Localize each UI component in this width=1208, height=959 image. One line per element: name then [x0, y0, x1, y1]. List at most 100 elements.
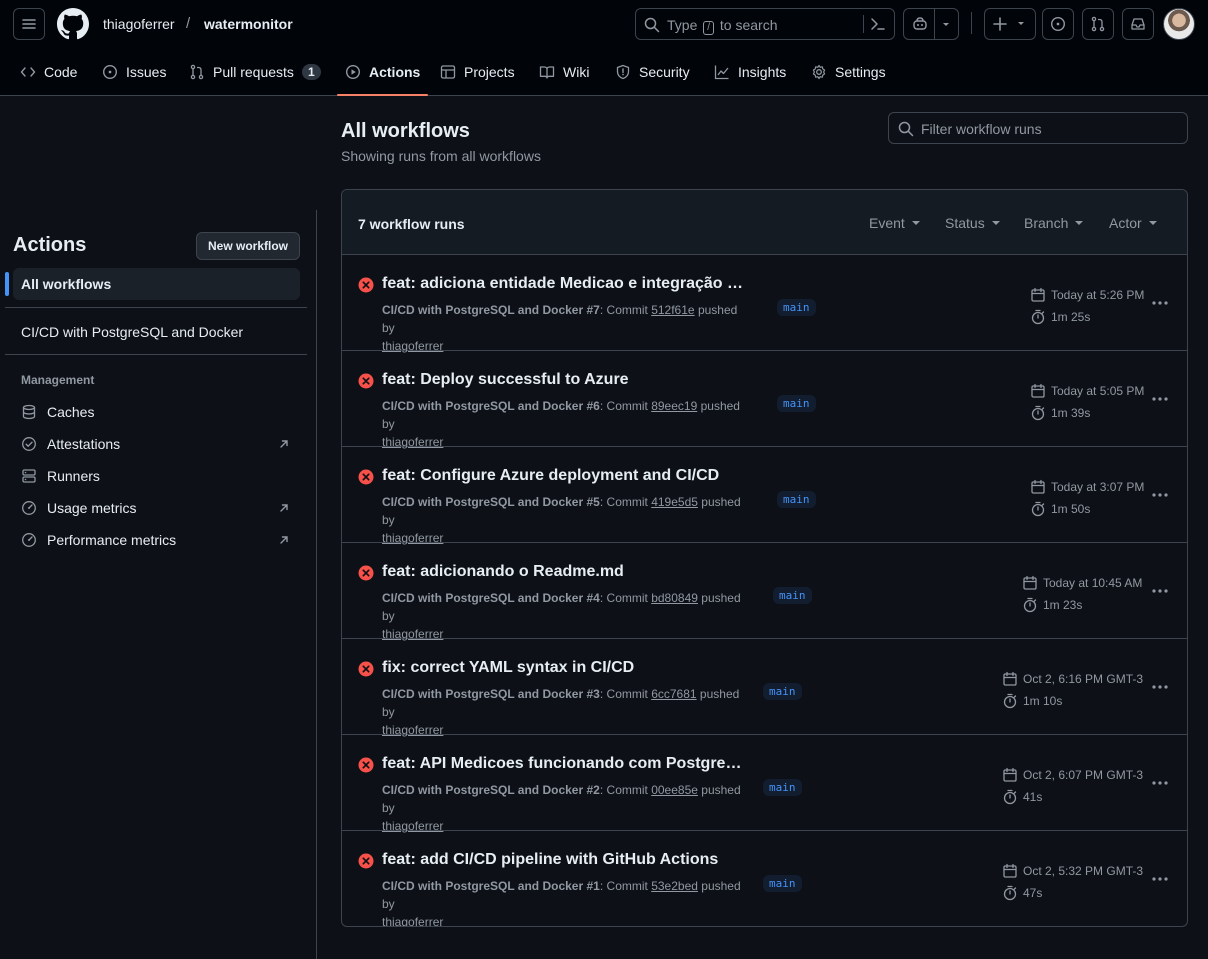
stopwatch-icon [1023, 597, 1037, 613]
run-workflow-name: CI/CD with PostgreSQL and Docker [382, 303, 584, 317]
actor-filter-dropdown[interactable]: Actor [1109, 215, 1158, 231]
branch-label[interactable]: main [777, 299, 816, 316]
run-title-link[interactable]: feat: Configure Azure deployment and CI/… [382, 467, 719, 485]
pull-requests-button[interactable] [1082, 8, 1114, 40]
repo-nav: Code Issues Pull requests 1 Actions Proj… [0, 48, 1208, 96]
sidebar-item-attestations[interactable]: Attestations [13, 428, 300, 460]
event-filter-dropdown[interactable]: Event [869, 215, 921, 231]
tab-projects[interactable]: Projects [440, 48, 515, 95]
tab-issues[interactable]: Issues [102, 48, 166, 95]
workflow-run-row[interactable]: feat: adicionando o Readme.md CI/CD with … [342, 543, 1187, 641]
tab-label: Settings [835, 63, 886, 80]
stopwatch-icon [1031, 405, 1045, 421]
database-icon [22, 404, 36, 420]
global-search-input[interactable]: Type / to search [635, 8, 895, 40]
kebab-menu-icon[interactable] [1150, 581, 1170, 601]
sidebar-item-runners[interactable]: Runners [13, 460, 300, 492]
shield-icon [616, 64, 630, 79]
issues-button[interactable] [1042, 8, 1074, 40]
tab-settings[interactable]: Settings [811, 48, 886, 95]
issue-icon [102, 64, 118, 79]
user-avatar[interactable] [1163, 8, 1195, 40]
new-workflow-button[interactable]: New workflow [196, 232, 300, 260]
external-link-icon [280, 504, 288, 512]
commit-sha-link[interactable]: bd80849 [651, 591, 698, 605]
commit-sha-link[interactable]: 89eec19 [651, 399, 697, 413]
runs-list-header: 7 workflow runs Event Status Branch Acto… [342, 190, 1187, 255]
menu-button[interactable] [13, 8, 45, 40]
command-palette-icon[interactable] [870, 16, 886, 32]
server-icon [22, 469, 36, 483]
run-title-link[interactable]: feat: Deploy successful to Azure [382, 371, 629, 389]
tab-pull-requests[interactable]: Pull requests 1 [189, 48, 321, 95]
tab-security[interactable]: Security [615, 48, 690, 95]
run-number: #6 [586, 399, 600, 413]
kebab-menu-icon[interactable] [1150, 869, 1170, 889]
branch-label[interactable]: main [773, 587, 812, 604]
status-filter-dropdown[interactable]: Status [945, 215, 1001, 231]
commit-sha-link[interactable]: 53e2bed [651, 879, 698, 893]
filter-runs-input[interactable]: Filter workflow runs [888, 112, 1188, 144]
run-meta: CI/CD with PostgreSQL and Docker #5: Com… [382, 495, 741, 545]
kebab-menu-icon[interactable] [1150, 485, 1170, 505]
commit-sha-link[interactable]: 00ee85e [651, 783, 698, 797]
kebab-menu-icon[interactable] [1150, 677, 1170, 697]
run-date-text: Today at 5:05 PM [1051, 384, 1145, 398]
failure-x-icon [358, 853, 374, 869]
play-icon [345, 64, 361, 79]
breadcrumb-owner[interactable]: thiagoferrer [103, 16, 175, 32]
inbox-button[interactable] [1122, 8, 1154, 40]
run-title-link[interactable]: feat: adicionando o Readme.md [382, 563, 624, 581]
kebab-menu-icon[interactable] [1150, 389, 1170, 409]
sidebar-item-usage-metrics[interactable]: Usage metrics [13, 492, 300, 524]
branch-filter-dropdown[interactable]: Branch [1024, 215, 1084, 231]
actor-link[interactable]: thiagoferrer [382, 915, 443, 926]
branch-label[interactable]: main [763, 875, 802, 892]
sidebar-item-performance-metrics[interactable]: Performance metrics [13, 524, 300, 556]
run-duration: 47s [1002, 885, 1042, 901]
tab-actions[interactable]: Actions [336, 48, 429, 96]
branch-label[interactable]: main [777, 491, 816, 508]
branch-label[interactable]: main [763, 779, 802, 796]
workflow-run-row[interactable]: feat: adiciona entidade Medicao e integr… [342, 255, 1187, 353]
commit-sha-link[interactable]: 419e5d5 [651, 495, 698, 509]
run-title-link[interactable]: feat: add CI/CD pipeline with GitHub Act… [382, 851, 718, 869]
sidebar-item-label: Usage metrics [47, 500, 137, 516]
branch-label[interactable]: main [763, 683, 802, 700]
chevron-down-icon[interactable] [940, 21, 952, 29]
stopwatch-icon [1031, 501, 1045, 517]
sidebar-item-workflow[interactable]: CI/CD with PostgreSQL and Docker [13, 316, 300, 348]
tab-insights[interactable]: Insights [714, 48, 786, 95]
workflow-run-row[interactable]: feat: API Medicoes funcionando com Postg… [342, 735, 1187, 833]
run-duration: 1m 39s [1030, 405, 1090, 421]
branch-label[interactable]: main [777, 395, 816, 412]
run-date-text: Oct 2, 5:32 PM GMT-3 [1023, 864, 1144, 878]
copilot-icon [913, 17, 927, 30]
sidebar-item-caches[interactable]: Caches [13, 396, 300, 428]
tab-code[interactable]: Code [20, 48, 77, 95]
workflow-run-row[interactable]: feat: Deploy successful to Azure CI/CD wi… [342, 351, 1187, 449]
breadcrumb-repo[interactable]: watermonitor [204, 16, 293, 32]
run-title-link[interactable]: fix: correct YAML syntax in CI/CD [382, 659, 634, 677]
commit-sha-link[interactable]: 6cc7681 [651, 687, 696, 701]
run-workflow-name: CI/CD with PostgreSQL and Docker [382, 783, 584, 797]
tab-wiki[interactable]: Wiki [539, 48, 589, 95]
management-heading: Management [21, 373, 95, 387]
search-icon [644, 17, 660, 33]
run-title-link[interactable]: feat: adiciona entidade Medicao e integr… [382, 275, 747, 293]
copilot-button[interactable] [903, 8, 959, 40]
external-link-icon [280, 440, 288, 448]
run-title-link[interactable]: feat: API Medicoes funcionando com Postg… [382, 755, 747, 773]
run-date-text: Oct 2, 6:07 PM GMT-3 [1023, 768, 1144, 782]
commit-sha-link[interactable]: 512f61e [651, 303, 694, 317]
sidebar-item-all-workflows[interactable]: All workflows [5, 268, 300, 300]
workflow-run-row[interactable]: fix: correct YAML syntax in CI/CD CI/CD w… [342, 639, 1187, 737]
github-logo-icon[interactable] [57, 8, 89, 40]
workflow-run-row[interactable]: feat: add CI/CD pipeline with GitHub Act… [342, 831, 1187, 926]
sidebar-item-label: Caches [47, 404, 95, 420]
run-duration-text: 1m 25s [1051, 310, 1091, 324]
create-new-button[interactable] [984, 8, 1036, 40]
kebab-menu-icon[interactable] [1150, 773, 1170, 793]
kebab-menu-icon[interactable] [1150, 293, 1170, 313]
workflow-run-row[interactable]: feat: Configure Azure deployment and CI/… [342, 447, 1187, 545]
